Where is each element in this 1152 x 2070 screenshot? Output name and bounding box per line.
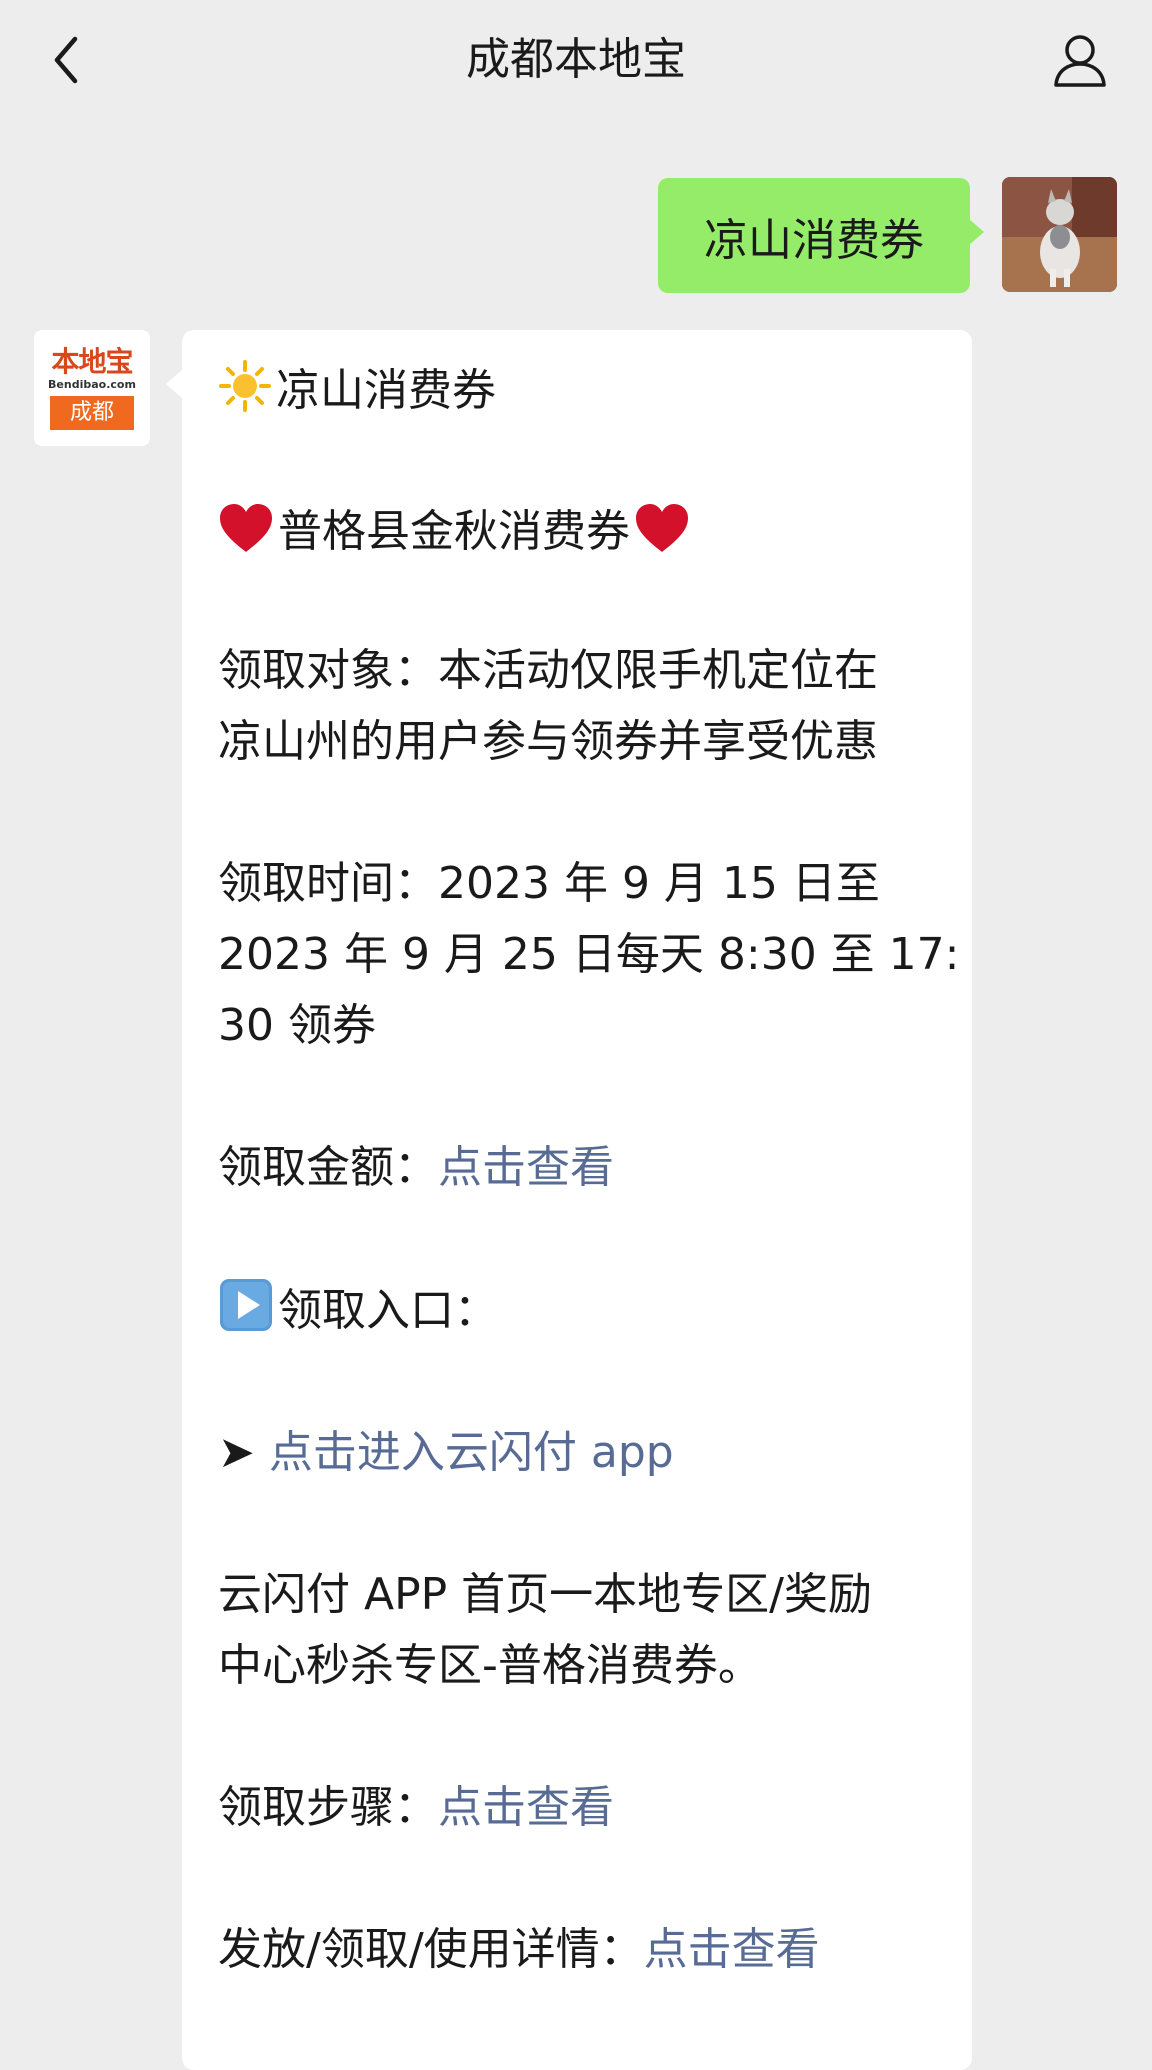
- user-profile-icon: [1054, 35, 1106, 87]
- steps-line: 领取步骤：点击查看: [218, 1772, 948, 1843]
- subtitle-text: 普格县金秋消费券: [278, 506, 630, 557]
- path-line-2: 中心秒杀专区-普格消费券。: [218, 1640, 762, 1691]
- amount-view-link[interactable]: 点击查看: [438, 1142, 614, 1193]
- arrow-icon: ➤: [218, 1427, 255, 1478]
- heart-emoji-icon: [220, 504, 272, 552]
- entry-label: 领取入口：: [278, 1285, 498, 1336]
- profile-button[interactable]: [1048, 28, 1112, 92]
- steps-view-link[interactable]: 点击查看: [438, 1782, 614, 1833]
- play-button-emoji-icon: [220, 1279, 272, 1331]
- app-link-line: ➤ 点击进入云闪付 app: [218, 1417, 948, 1488]
- sun-emoji-icon: [219, 360, 271, 412]
- heart-emoji-icon: [636, 504, 688, 552]
- target-line-2: 凉山州的用户参与领券并享受优惠: [218, 716, 878, 767]
- path-line-1: 云闪付 APP 首页一本地专区/奖励: [218, 1569, 872, 1620]
- message-subtitle: 普格县金秋消费券: [218, 496, 948, 567]
- bot-logo-city: 成都: [50, 396, 134, 430]
- steps-label: 领取步骤：: [218, 1782, 438, 1833]
- details-line: 发放/领取/使用详情：点击查看: [218, 1914, 948, 1985]
- details-view-link[interactable]: 点击查看: [644, 1924, 820, 1975]
- outgoing-message-text: 凉山消费券: [704, 214, 924, 266]
- target-line-1: 领取对象：本活动仅限手机定位在: [218, 645, 878, 696]
- bot-logo-domain: Bendibao.com: [48, 378, 136, 391]
- heading-text: 凉山消费券: [276, 365, 496, 416]
- entry-line: 领取入口：: [218, 1275, 948, 1346]
- nav-bar: 成都本地宝: [0, 0, 1152, 130]
- open-app-link[interactable]: 点击进入云闪付 app: [269, 1427, 674, 1478]
- cat-photo-icon: [1002, 177, 1117, 292]
- outgoing-message-bubble[interactable]: 凉山消费券: [658, 178, 984, 293]
- time-line-2: 2023 年 9 月 25 日每天 8:30 至 17:: [218, 929, 960, 980]
- message-heading: 凉山消费券: [218, 355, 948, 426]
- details-label: 发放/领取/使用详情：: [218, 1924, 644, 1975]
- time-line-1: 领取时间：2023 年 9 月 15 日至: [218, 858, 880, 909]
- time-line-3: 30 领券: [218, 1000, 376, 1051]
- incoming-message-bubble: 凉山消费券 普格县金秋消费券 领取对象：本活动仅限手机定位在 凉山州的用户参与领…: [166, 330, 972, 2070]
- user-avatar[interactable]: [1002, 177, 1117, 292]
- amount-line: 领取金额：点击查看: [218, 1132, 948, 1203]
- bot-avatar[interactable]: 本地宝 Bendibao.com 成都: [34, 330, 150, 446]
- bot-logo-title: 本地宝: [51, 345, 133, 378]
- chat-title: 成都本地宝: [466, 34, 686, 85]
- amount-label: 领取金额：: [218, 1142, 438, 1193]
